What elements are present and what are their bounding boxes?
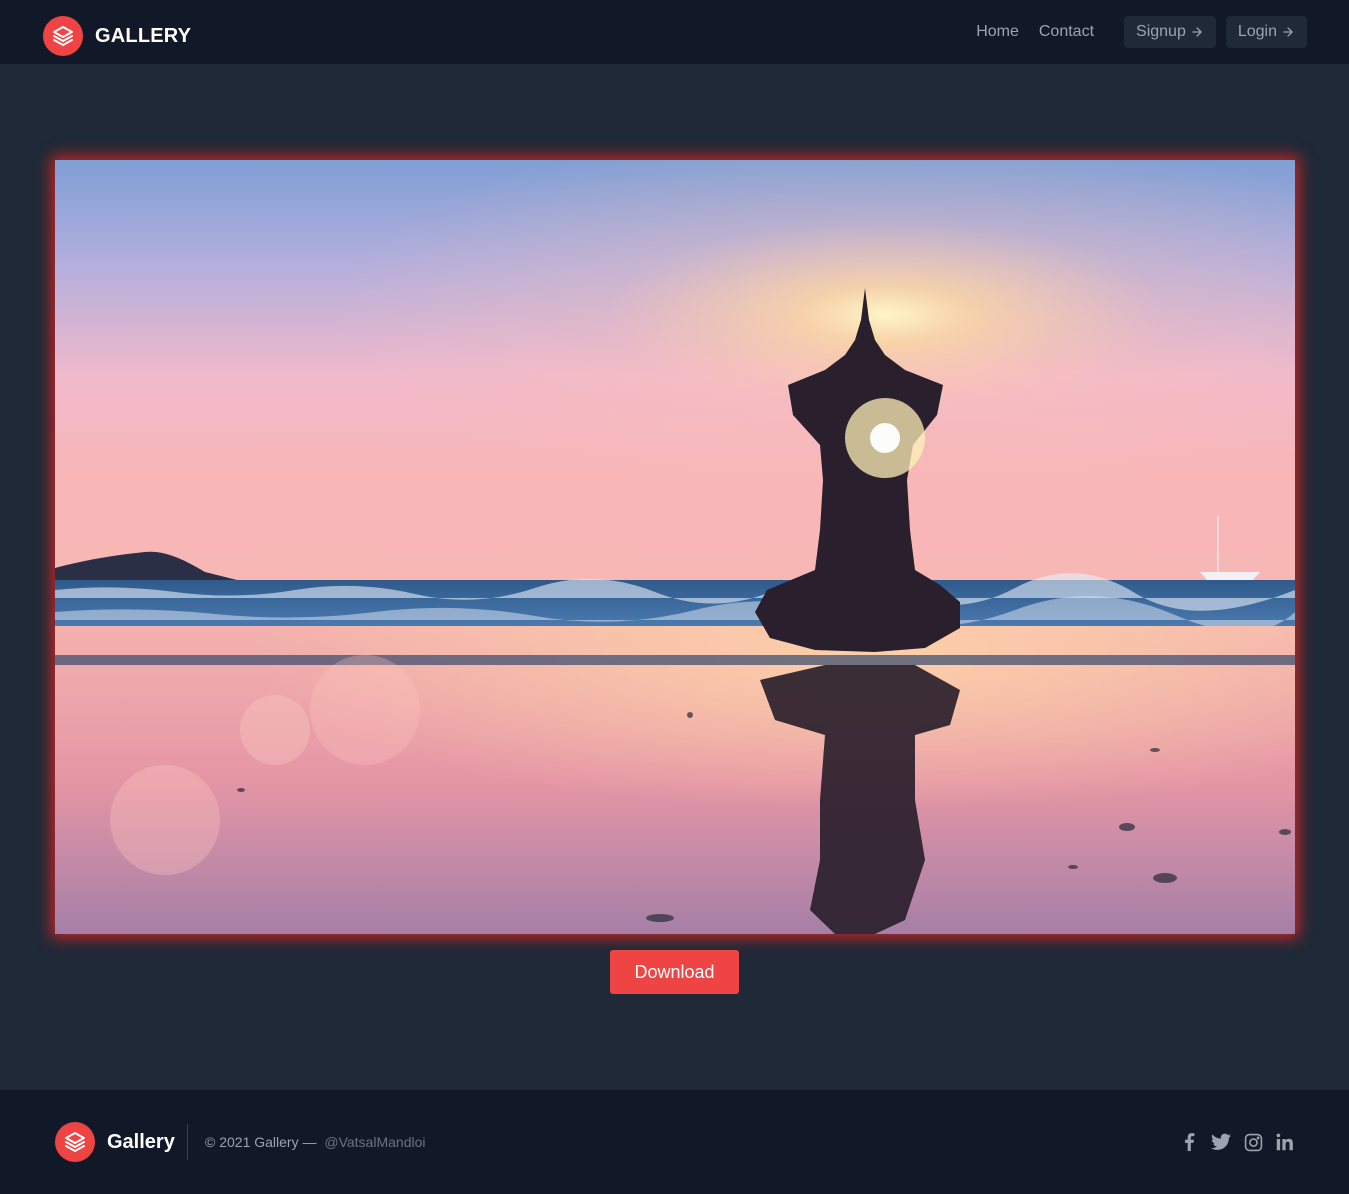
signup-button[interactable]: Signup: [1124, 16, 1216, 48]
footer-brand[interactable]: Gallery: [55, 1122, 175, 1162]
copyright-text: © 2021 Gallery — @VatsalMandloi: [205, 1134, 426, 1150]
layers-logo-icon: [43, 16, 83, 56]
instagram-icon[interactable]: [1243, 1132, 1263, 1152]
main-nav: Home Contact Signup Login: [976, 16, 1307, 48]
nav-home-link[interactable]: Home: [976, 16, 1019, 48]
footer-divider: [187, 1124, 188, 1160]
twitter-icon[interactable]: [1211, 1132, 1231, 1152]
signup-label: Signup: [1136, 23, 1186, 40]
download-button[interactable]: Download: [610, 950, 739, 994]
nav-contact-link[interactable]: Contact: [1039, 16, 1094, 48]
site-header: GALLERY Home Contact Signup Login: [0, 0, 1349, 64]
gallery-image: [55, 160, 1295, 934]
linkedin-icon[interactable]: [1275, 1132, 1295, 1152]
footer-brand-title: Gallery: [107, 1130, 175, 1153]
arrow-right-icon: [1190, 25, 1204, 39]
author-handle-link[interactable]: @VatsalMandloi: [324, 1134, 425, 1150]
copyright-label: © 2021 Gallery —: [205, 1134, 317, 1150]
social-links: [1167, 1132, 1295, 1152]
arrow-right-icon: [1281, 25, 1295, 39]
brand-title: GALLERY: [95, 24, 192, 47]
login-label: Login: [1237, 23, 1277, 40]
brand-link[interactable]: GALLERY: [43, 16, 191, 56]
facebook-icon[interactable]: [1179, 1132, 1199, 1152]
site-footer: Gallery © 2021 Gallery — @VatsalMandloi: [0, 1090, 1349, 1194]
layers-logo-icon: [55, 1122, 95, 1162]
login-button[interactable]: Login: [1225, 16, 1307, 48]
